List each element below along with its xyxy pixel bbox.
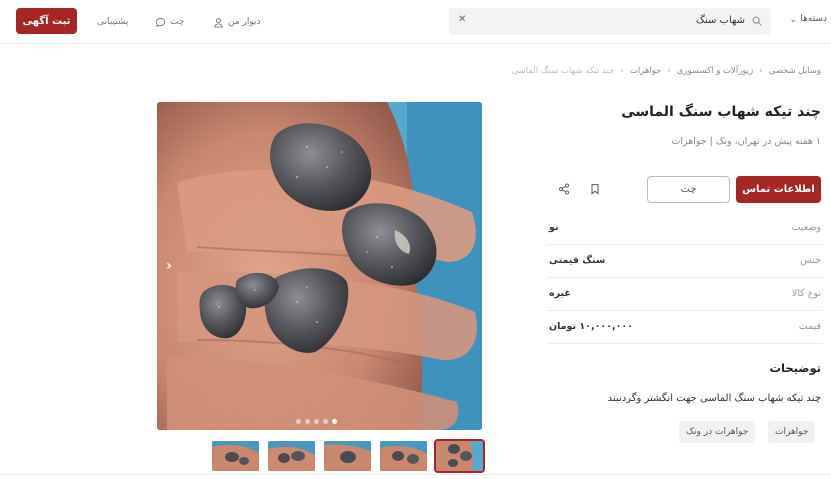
chat-label: چت: [170, 17, 185, 27]
categories-menu[interactable]: دسته‌ها ⌄: [790, 14, 827, 24]
chat-bubble-icon: [155, 17, 166, 27]
my-divar-link[interactable]: دیوار من: [213, 14, 261, 30]
attribute-value: ۱۰,۰۰۰,۰۰۰ تومان: [549, 321, 633, 332]
gallery-dot-active[interactable]: [332, 419, 337, 424]
gallery-dot[interactable]: [296, 419, 301, 424]
ad-subtitle: ۱ هفته پیش در تهران، ونک | جواهرات: [671, 136, 821, 147]
gallery-dot[interactable]: [323, 419, 328, 424]
contact-info-button[interactable]: اطلاعات تماس: [736, 176, 821, 203]
gallery-thumbnail[interactable]: [212, 441, 259, 471]
post-ad-button[interactable]: ثبت آگهی: [16, 8, 77, 34]
support-link[interactable]: پشتیبانی: [97, 14, 128, 30]
thumbnail-image: [212, 441, 259, 471]
attribute-value: سنگ قیمتی: [549, 255, 606, 266]
my-divar-label: دیوار من: [228, 17, 261, 27]
tag-chip[interactable]: جواهرات: [768, 421, 816, 443]
attribute-row-material: جنس سنگ قیمتی: [547, 245, 823, 278]
user-icon: [214, 17, 223, 28]
breadcrumb: وسایل شخصی ‹ زیورآلات و اکسسوری ‹ جواهرا…: [512, 66, 821, 76]
attribute-key: نوع کالا: [791, 288, 821, 299]
categories-label: دسته‌ها: [800, 14, 827, 24]
chevron-left-icon: ‹: [759, 66, 763, 76]
clear-search-icon[interactable]: ✕: [458, 14, 466, 25]
breadcrumb-item[interactable]: جواهرات: [630, 66, 662, 76]
chat-link[interactable]: چت: [155, 14, 184, 30]
ad-title: چند تیکه شهاب سنگ الماسی: [621, 104, 821, 120]
attribute-row-price: قیمت ۱۰,۰۰۰,۰۰۰ تومان: [547, 311, 823, 344]
chat-button[interactable]: چت: [647, 176, 730, 203]
gallery-dots: [296, 419, 337, 424]
photo-hand-with-stones: [157, 102, 482, 430]
search-icon: [752, 16, 762, 26]
thumbnail-image: [436, 441, 483, 471]
attribute-row-type: نوع کالا غیره: [547, 278, 823, 311]
attribute-value: نو: [549, 222, 559, 233]
tag-chip[interactable]: جواهرات در ونک: [679, 421, 756, 443]
thumbnail-image: [268, 441, 315, 471]
share-icon: [559, 183, 569, 195]
attribute-value: غیره: [549, 288, 571, 299]
gallery-next-arrow[interactable]: ›: [161, 258, 177, 274]
footer-divider: [0, 474, 831, 475]
chevron-left-icon: ‹: [620, 66, 624, 76]
chevron-left-icon: ‹: [667, 66, 671, 76]
search-input[interactable]: ✕ شهاب سنگ: [449, 8, 771, 35]
description-title: توضیحات: [769, 361, 822, 375]
share-button[interactable]: [555, 180, 573, 198]
thumbnail-image: [324, 441, 371, 471]
top-bar: ثبت آگهی پشتیبانی چت دیوار من ✕ شهاب سنگ…: [0, 0, 831, 44]
gallery-thumbnail[interactable]: [324, 441, 371, 471]
gallery-dot[interactable]: [305, 419, 310, 424]
attribute-key: قیمت: [798, 321, 821, 332]
attribute-row-condition: وضعیت نو: [547, 212, 823, 245]
description-text: چند تیکه شهاب سنگ الماسی جهت انگشتر وگرد…: [607, 393, 821, 404]
gallery-thumbnail-active[interactable]: [434, 439, 485, 473]
breadcrumb-current: چند تیکه شهاب سنگ الماسی: [511, 66, 615, 76]
thumbnail-image: [380, 441, 427, 471]
attribute-key: جنس: [800, 255, 821, 266]
gallery-dot[interactable]: [314, 419, 319, 424]
bookmark-icon: [591, 183, 599, 195]
search-value: شهاب سنگ: [696, 15, 745, 26]
breadcrumb-item[interactable]: وسایل شخصی: [769, 66, 821, 76]
chevron-down-icon: ⌄: [789, 14, 797, 24]
gallery-thumbnail[interactable]: [268, 441, 315, 471]
bookmark-button[interactable]: [586, 180, 604, 198]
gallery-thumbnail[interactable]: [380, 441, 427, 471]
ad-photo[interactable]: [157, 102, 482, 430]
breadcrumb-item[interactable]: زیورآلات و اکسسوری: [677, 66, 753, 76]
support-label: پشتیبانی: [97, 17, 129, 27]
attribute-key: وضعیت: [791, 222, 821, 233]
